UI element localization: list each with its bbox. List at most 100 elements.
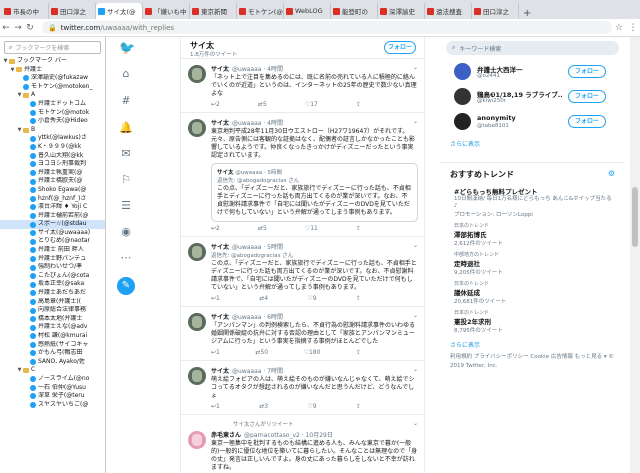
bookmark-item[interactable]: K・９９９(@kk — [0, 143, 105, 152]
bookmark-item[interactable]: 弁護士えな(@adv — [0, 323, 105, 332]
chevron-down-icon[interactable]: ⌄ — [413, 312, 418, 319]
trend-item[interactable]: 日本のトレンド 憲投2年求刑 8,795件のツイート — [440, 307, 625, 336]
footer-link[interactable]: プライバシーポリシー — [474, 354, 529, 360]
reload-icon[interactable]: ↻ — [24, 23, 36, 33]
share-icon[interactable]: ⇪ — [356, 295, 361, 302]
bookmark-item[interactable]: とりむめ(@naotar — [0, 237, 105, 246]
suggested-name[interactable]: anonymity — [477, 114, 562, 122]
browser-tab[interactable]: モトケン(@ — [237, 3, 284, 19]
tweet[interactable]: サイ太 @uwaaaa · 5時間 ⌄ 返信先: @abogadogracias さん… — [181, 237, 424, 307]
home-icon[interactable]: ⌂ — [119, 67, 133, 81]
tweet-time[interactable]: 10月29日 — [306, 432, 333, 439]
chevron-down-icon[interactable]: ⌄ — [413, 242, 418, 249]
follow-button[interactable]: フォロー — [568, 90, 606, 103]
reply-action[interactable]: ↩ 1 — [211, 403, 220, 410]
suggestions-more-link[interactable]: さらに表示 — [440, 135, 625, 152]
bookmark-item[interactable]: サイ太(@uwaaaa) — [0, 229, 105, 238]
retweet-action[interactable]: ⇄ 5 — [258, 225, 267, 232]
bookmark-item[interactable]: 弁護士執重実(@ — [0, 169, 105, 178]
bookmark-item[interactable]: モトケン(@motoken_ — [0, 83, 105, 92]
bookmark-item[interactable]: 普久山大翔(@kk — [0, 152, 105, 161]
tweet-author-name[interactable]: 赤毛東さん — [211, 432, 241, 439]
avatar[interactable] — [454, 63, 471, 80]
bookmark-item[interactable]: スポー☆(@stdau — [0, 220, 105, 229]
avatar[interactable] — [188, 367, 206, 385]
tweet[interactable]: サイ太 @uwaaaa · 7時間 ⌄ 萌え絵フォビアの人は、萌え絵そのものが嫌いなん… — [181, 361, 424, 415]
retweet-action[interactable]: ⇄ 4 — [259, 295, 268, 302]
share-action[interactable]: ⇪ — [356, 403, 361, 410]
bookmark-item[interactable]: こたぴょん(@cota — [0, 272, 105, 281]
expand-triangle-icon[interactable]: ▼ — [16, 366, 23, 375]
browser-tab[interactable]: 田口淳之 — [49, 3, 96, 19]
chevron-down-icon[interactable]: ⌄ — [413, 64, 418, 71]
follow-button[interactable]: フォロー — [568, 115, 606, 128]
new-tab-icon[interactable]: + — [519, 8, 535, 19]
bookmark-item[interactable]: SANO, Ayako/佐 — [0, 358, 105, 367]
trend-name[interactable]: 定時退社 — [454, 258, 615, 268]
bookmark-item[interactable]: 深草 栄子(@teru — [0, 392, 105, 401]
like-action[interactable]: ♡ 17 — [305, 101, 318, 108]
bookmark-item[interactable]: 強制わいせつ/準 — [0, 263, 105, 272]
trend-item[interactable]: #どらもっち無料プレゼント 10日間漢納/ 毎日1万名様にどらもっち あんこ&ホイ… — [440, 184, 625, 220]
suggested-account[interactable]: 鶏鳥❸1/18,19 ラブライブ... @kiwi250r フォロー — [440, 85, 625, 110]
tweet-time[interactable]: 4時間 — [267, 66, 283, 73]
bookmark-search-input[interactable]: ⌕ ブックマークを検索 — [4, 41, 101, 54]
bookmark-item[interactable]: 弁護士ドットコム — [0, 100, 105, 109]
bookmark-item[interactable]: yttk(@lawkus)さ — [0, 134, 105, 143]
bookmark-folder[interactable]: ▼ C — [0, 366, 105, 375]
footer-link[interactable]: Cookie — [530, 354, 549, 360]
bookmark-item[interactable]: 感熱紙(サイコキャ — [0, 341, 105, 350]
avatar[interactable] — [188, 119, 206, 137]
browser-tab[interactable]: 深澤諭史 — [378, 3, 425, 19]
bookmark-item[interactable]: 村松 謙(@kmurai — [0, 332, 105, 341]
profile-icon[interactable]: ◉ — [119, 225, 133, 239]
trend-item[interactable]: 日本のトレンド 澤部拓博氏 2,612件のツイート — [440, 220, 625, 249]
share-icon[interactable]: ⇪ — [356, 403, 361, 410]
bookmark-item[interactable]: 弁護士 前田 畔人 — [0, 246, 105, 255]
lists-icon[interactable]: ☰ — [119, 199, 133, 213]
tweet[interactable]: サイ太さんがリツイート 赤毛東さん @parnacottaso_v2 · 10月29… — [181, 415, 424, 473]
bookmark-item[interactable]: 一石 伯仲(@Yusu — [0, 384, 105, 393]
tweet[interactable]: サイ太 @uwaaaa · 6時間 ⌄ 「アンパンマン」の判例検索したら、不貞行為の慰… — [181, 307, 424, 361]
tweet[interactable]: サイ太 @uwaaaa · 4時間 ⌄ 東京地判平成28年11月30日ウエストロー（H… — [181, 113, 424, 237]
avatar[interactable] — [188, 243, 206, 261]
page-scrollbar[interactable] — [630, 37, 640, 473]
bookmark-item[interactable]: スヤスヤいちご(@ — [0, 401, 105, 410]
expand-triangle-icon[interactable]: ▼ — [16, 126, 23, 135]
footer-link[interactable]: もっと見る ▾ — [575, 354, 607, 360]
trends-more-link[interactable]: さらに表示 — [440, 336, 625, 353]
share-icon[interactable]: ⇪ — [356, 349, 361, 356]
bookmark-item[interactable]: ヨコヨシ刑事裁判 — [0, 160, 105, 169]
gear-icon[interactable]: ⚙ — [608, 169, 615, 178]
compose-tweet-icon[interactable]: ✎ — [117, 277, 135, 295]
trend-name[interactable]: #どらもっち無料プレゼント — [454, 186, 615, 196]
bookmark-item[interactable]: 弁護士橋欧夫(@ — [0, 177, 105, 186]
tweet-author-name[interactable]: サイ太 — [211, 314, 229, 321]
bookmark-item[interactable]: ノースライム(@no — [0, 375, 105, 384]
notifications-bell-icon[interactable]: 🔔 — [119, 121, 133, 135]
expand-triangle-icon[interactable]: ▼ — [9, 66, 16, 75]
share-icon[interactable]: ⇪ — [356, 101, 361, 108]
tweet-author-name[interactable]: サイ太 — [211, 244, 229, 251]
browser-tab[interactable]: 「嫌いも中 — [143, 3, 190, 19]
avatar[interactable] — [454, 88, 471, 105]
browser-tab[interactable]: WebLOG — [284, 3, 331, 19]
explore-hashtag-icon[interactable]: # — [119, 94, 133, 108]
browser-tab[interactable]: 田口淳之 — [472, 3, 519, 19]
retweet-action[interactable]: ⇄ 5 — [258, 101, 267, 108]
bookmark-folder[interactable]: ▼ B — [0, 126, 105, 135]
bookmark-item[interactable]: 小倉秀夫(@Hideo — [0, 117, 105, 126]
browser-tab[interactable]: 能登町の — [331, 3, 378, 19]
share-action[interactable]: ⇪ — [356, 225, 361, 232]
bookmark-item[interactable]: 弁護士樋前若前(@ — [0, 212, 105, 221]
like-action[interactable]: ♡ 9 — [307, 295, 316, 302]
browser-tab[interactable]: 東京新聞 — [190, 3, 237, 19]
bookmark-item[interactable]: 深澤諭史(@fukazaw — [0, 74, 105, 83]
tweet-time[interactable]: 7時間 — [267, 368, 283, 375]
avatar[interactable] — [188, 65, 206, 83]
share-action[interactable]: ⇪ — [356, 101, 361, 108]
avatar[interactable] — [188, 313, 206, 331]
follow-button[interactable]: フォロー — [568, 65, 606, 78]
expand-triangle-icon[interactable]: ▼ — [16, 91, 23, 100]
like-action[interactable]: ♡ 9 — [307, 403, 316, 410]
